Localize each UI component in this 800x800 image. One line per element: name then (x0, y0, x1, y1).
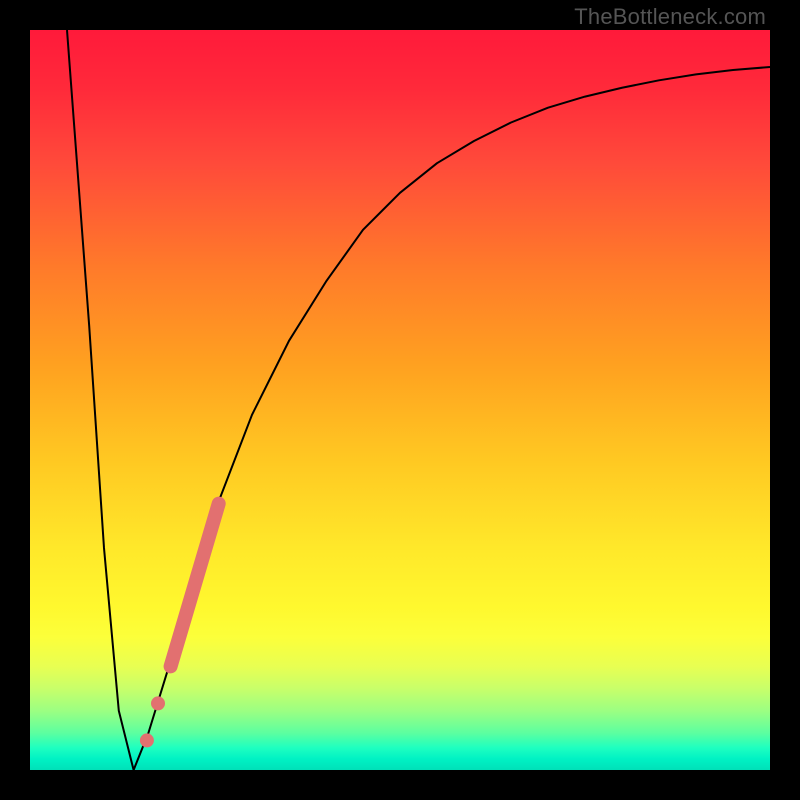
salmon-segment (171, 504, 219, 667)
bottleneck-curve (67, 30, 770, 770)
salmon-dot-1 (151, 696, 165, 710)
chart-frame: TheBottleneck.com (0, 0, 800, 800)
plot-area (30, 30, 770, 770)
chart-svg (30, 30, 770, 770)
watermark-text: TheBottleneck.com (574, 4, 766, 30)
salmon-dot-2 (140, 733, 154, 747)
curve-layer (67, 30, 770, 770)
